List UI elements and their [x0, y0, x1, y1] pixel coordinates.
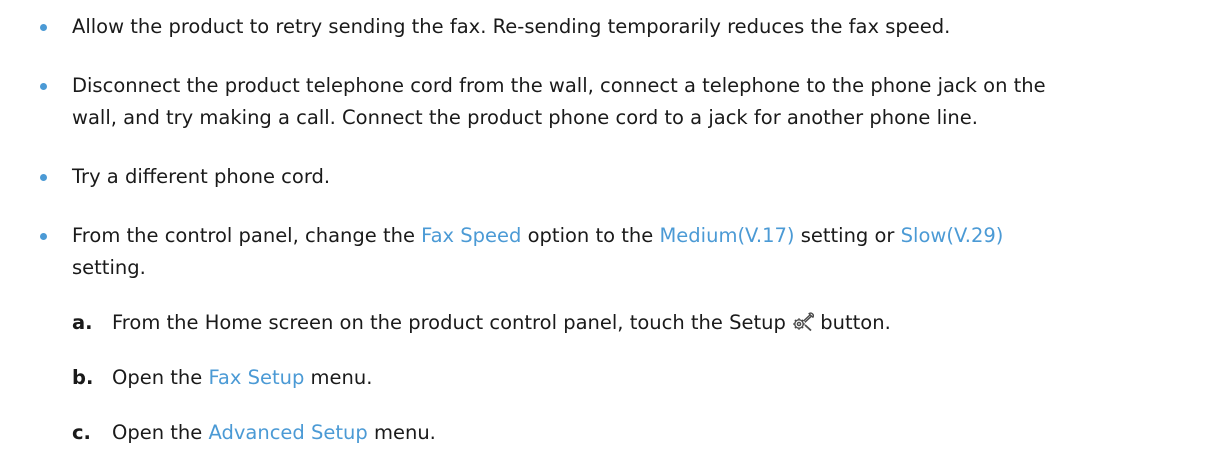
bullet-item-retry: Allow the product to retry sending the f…: [40, 11, 1212, 43]
text-segment: menu.: [304, 366, 373, 389]
text-segment: button.: [814, 311, 891, 334]
bullet-item-fax-speed: From the control panel, change the Fax S…: [40, 220, 1212, 284]
setup-wrench-gear-icon: [793, 312, 815, 332]
step-letter: b.: [72, 366, 94, 389]
text-segment: option to the: [521, 224, 660, 247]
bullet-dot: [40, 83, 47, 90]
bullet-text-line-2: setting.: [72, 256, 146, 279]
bullet-dot: [40, 24, 47, 31]
bullet-item-disconnect: Disconnect the product telephone cord fr…: [40, 70, 1212, 134]
fax-speed-option-label: Fax Speed: [421, 224, 522, 247]
text-segment: menu.: [367, 421, 436, 444]
text-segment: From the Home screen on the product cont…: [112, 311, 793, 334]
medium-setting-label: Medium(V.17): [659, 224, 795, 247]
bullet-text-line-1: From the control panel, change the Fax S…: [72, 220, 1212, 252]
step-letter: c.: [72, 421, 91, 444]
step-letter: a.: [72, 311, 93, 334]
document-page: Allow the product to retry sending the f…: [0, 0, 1223, 464]
text-segment: From the control panel, change the: [72, 224, 422, 247]
advanced-setup-menu-label: Advanced Setup: [208, 421, 368, 444]
text-segment: setting or: [794, 224, 901, 247]
bullet-text-line-2: wall, and try making a call. Connect the…: [72, 106, 978, 129]
bullet-dot: [40, 174, 47, 181]
bullet-dot: [40, 233, 47, 240]
text-segment: Open the: [112, 421, 209, 444]
step-text: From the Home screen on the product cont…: [112, 309, 891, 337]
bullet-item-phone-cord: Try a different phone cord.: [40, 161, 1212, 193]
slow-setting-label: Slow(V.29): [900, 224, 1004, 247]
bullet-text: Allow the product to retry sending the f…: [72, 15, 951, 38]
fax-setup-menu-label: Fax Setup: [208, 366, 305, 389]
text-segment: Open the: [112, 366, 209, 389]
step-text: Open the Advanced Setup menu.: [112, 419, 436, 447]
bullet-text-line-1: Disconnect the product telephone cord fr…: [72, 74, 1046, 97]
bullet-text: Try a different phone cord.: [72, 165, 331, 188]
step-text: Open the Fax Setup menu.: [112, 364, 372, 392]
